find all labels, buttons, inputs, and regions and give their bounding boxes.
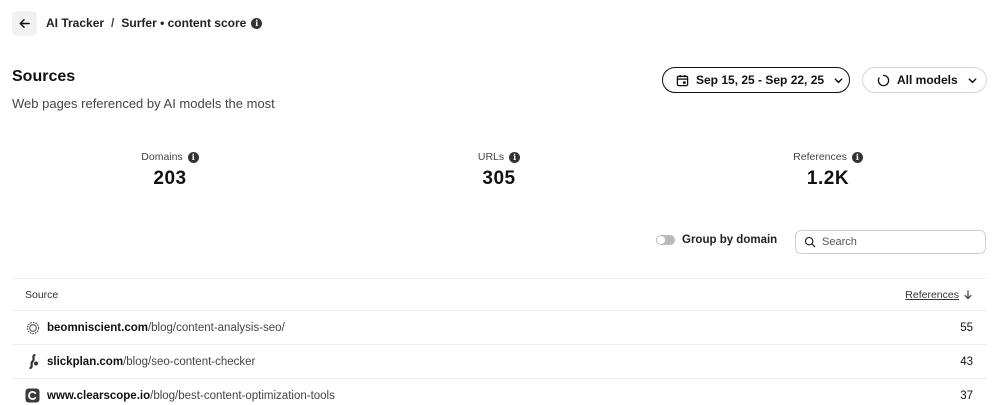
table-row[interactable]: slickplan.com /blog/seo-content-checker … [12, 345, 987, 379]
column-header-references[interactable]: References [905, 289, 973, 301]
models-filter-button[interactable]: All models [862, 67, 987, 93]
stat-label: Domains [141, 151, 183, 163]
reference-count: 55 [960, 321, 973, 334]
page-subtitle: Web pages referenced by AI models the mo… [12, 96, 275, 111]
table-row[interactable]: beomniscient.com /blog/content-analysis-… [12, 311, 987, 345]
breadcrumb-bar: AI Tracker / Surfer • content score i [12, 10, 263, 36]
stat-urls: URLs i 305 [341, 139, 657, 205]
stat-value: 1.2K [806, 168, 850, 189]
chevron-down-icon [834, 77, 843, 83]
table-row[interactable]: www.clearscope.io /blog/best-content-opt… [12, 379, 987, 405]
stat-references: References i 1.2K [670, 139, 986, 205]
omniscient-icon [25, 320, 40, 335]
info-icon[interactable]: i [187, 151, 199, 163]
calendar-icon [676, 74, 689, 86]
stat-value: 305 [482, 168, 516, 189]
search-icon [804, 236, 816, 248]
breadcrumb: AI Tracker / Surfer • content score i [46, 16, 263, 30]
chevron-down-icon [968, 77, 977, 83]
reference-count: 43 [960, 355, 973, 368]
clearscope-icon [25, 388, 40, 403]
breadcrumb-root[interactable]: AI Tracker [46, 16, 104, 30]
group-by-domain-toggle[interactable]: Group by domain [656, 234, 777, 246]
source-domain[interactable]: www.clearscope.io [47, 390, 150, 402]
source-path[interactable]: /blog/best-content-optimization-tools [150, 390, 335, 402]
stat-label: URLs [477, 151, 505, 163]
source-domain[interactable]: slickplan.com [47, 356, 123, 368]
source-domain[interactable]: beomniscient.com [47, 322, 148, 334]
stat-domains: Domains i 203 [12, 139, 328, 205]
back-button[interactable] [12, 10, 37, 36]
date-range-button[interactable]: Sep 15, 25 - Sep 22, 25 [662, 67, 850, 93]
breadcrumb-separator: / [111, 16, 115, 30]
info-icon[interactable]: i [509, 151, 521, 163]
source-path[interactable]: /blog/seo-content-checker [123, 356, 255, 368]
toggle-switch[interactable] [656, 235, 675, 245]
breadcrumb-current: Surfer • content score [121, 16, 247, 30]
table-header: Source References [12, 278, 987, 311]
models-filter-label: All models [897, 73, 958, 87]
search-box[interactable] [795, 230, 986, 254]
group-by-domain-label: Group by domain [682, 234, 778, 246]
date-range-label: Sep 15, 25 - Sep 22, 25 [696, 73, 825, 87]
sort-arrow-down-icon [964, 289, 972, 299]
stat-label: References [793, 151, 847, 163]
column-header-source: Source [25, 288, 59, 301]
info-icon[interactable]: i [851, 151, 863, 163]
reference-count: 37 [960, 389, 973, 402]
loading-spinner-icon [877, 74, 890, 86]
page-title: Sources [12, 68, 76, 85]
source-path[interactable]: /blog/content-analysis-seo/ [148, 322, 285, 334]
search-input[interactable] [822, 236, 972, 248]
slickplan-icon [25, 354, 40, 369]
sources-table: Source References beomniscient.com /blog… [12, 278, 987, 405]
arrow-left-icon [19, 18, 30, 28]
info-icon[interactable]: i [251, 17, 263, 29]
stat-value: 203 [153, 168, 187, 189]
